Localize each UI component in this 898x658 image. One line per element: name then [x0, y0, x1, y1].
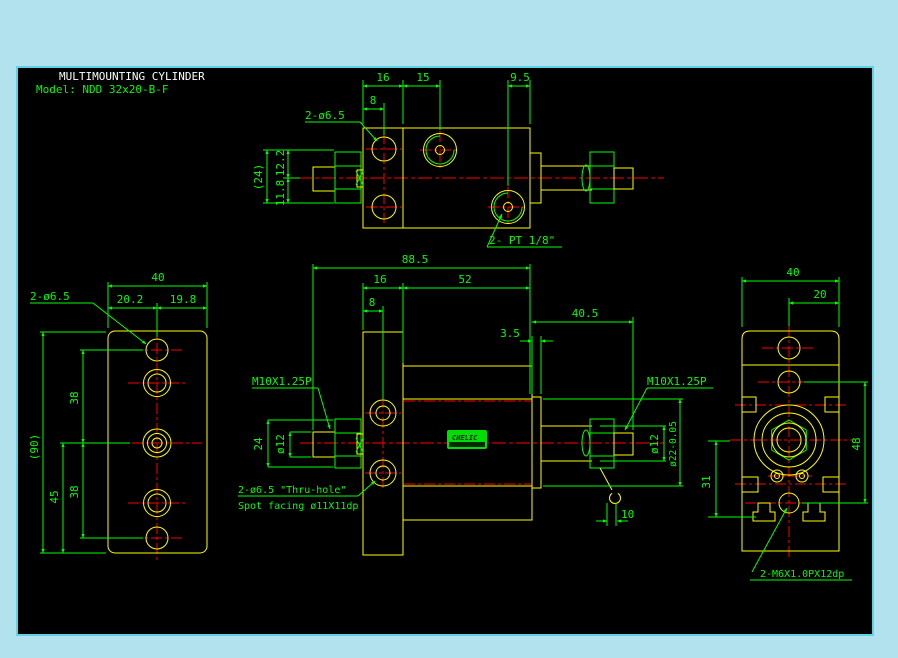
dim-boss: ø22-0.05	[668, 421, 679, 467]
label-thread: 2-M6X1.0PX12dp	[760, 569, 844, 580]
dim-90-ref: (90)	[28, 434, 41, 461]
label-holes: 2-ø6.5	[30, 290, 70, 303]
dim-rod-right: ø12	[648, 434, 661, 454]
dim-16: 16	[376, 71, 389, 84]
dim-45: 45	[48, 490, 61, 503]
drawing-title: MULTIMOUNTING CYLINDER	[59, 70, 205, 83]
dim-20-2: 20.2	[117, 293, 144, 306]
dim-88-5: 88.5	[402, 253, 429, 266]
dim-11-8: 11.8	[274, 180, 287, 207]
dim-8: 8	[370, 94, 377, 107]
label-port: 2- PT 1/8"	[489, 234, 555, 247]
dim-38-bottom: 38	[68, 485, 81, 498]
label-spot-facing: Spot facing ø11X11dp	[238, 501, 358, 512]
dim-40-5: 40.5	[572, 307, 599, 320]
dim-48: 48	[850, 437, 863, 450]
dim-38-top: 38	[68, 391, 81, 404]
dim-40: 40	[786, 266, 799, 279]
dim-24: 24	[252, 437, 265, 451]
dim-15: 15	[416, 71, 429, 84]
brand-logo: CHELIC	[447, 430, 487, 449]
label-thread-left: M10X1.25P	[252, 375, 312, 388]
dim-40: 40	[151, 271, 164, 284]
brand-logo-text: CHELIC	[452, 434, 478, 442]
model-number: Model: NDD 32x20-B-F	[36, 83, 168, 96]
cad-application-window: MULTIMOUNTING CYLINDER Model: NDD 32x20-…	[0, 0, 898, 658]
dim-9-5: 9.5	[510, 71, 530, 84]
dim-19-8: 19.8	[170, 293, 197, 306]
dim-31: 31	[700, 475, 713, 488]
dim-16: 16	[373, 273, 386, 286]
dim-20: 20	[813, 288, 826, 301]
drawing-canvas: MULTIMOUNTING CYLINDER Model: NDD 32x20-…	[0, 0, 898, 658]
dim-52: 52	[458, 273, 471, 286]
dim-10: 10	[621, 508, 634, 521]
dim-3-5: 3.5	[500, 327, 520, 340]
label-thread-right: M10X1.25P	[647, 375, 707, 388]
dim-8: 8	[369, 296, 376, 309]
dim-24-ref: (24)	[252, 164, 265, 191]
dim-rod-left: ø12	[274, 434, 287, 454]
dim-12-2: 12.2	[274, 150, 287, 177]
label-thru-hole: 2-ø6.5 "Thru-hole"	[238, 485, 346, 496]
label-holes: 2-ø6.5	[305, 109, 345, 122]
